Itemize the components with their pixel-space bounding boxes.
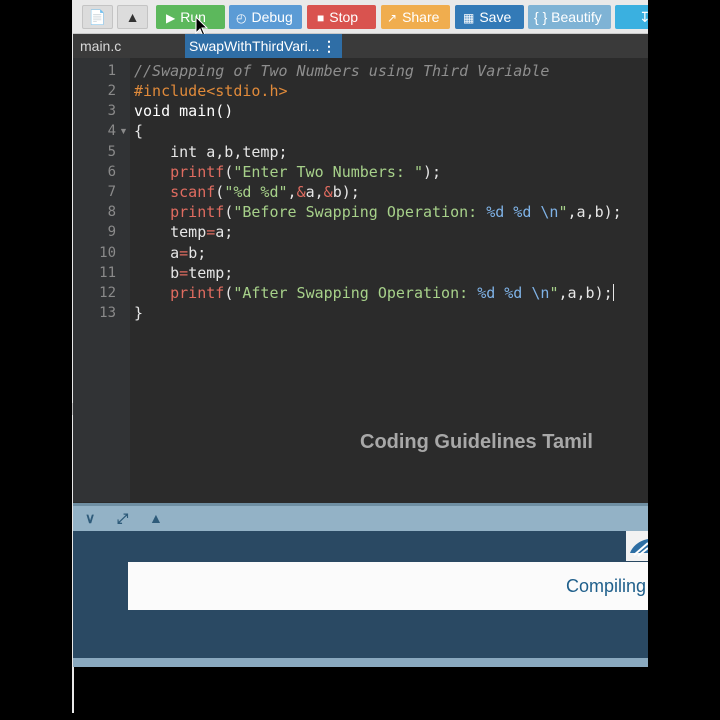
- line-number: 12: [99, 285, 116, 301]
- line-number: 7: [107, 184, 116, 200]
- line-number: 10: [99, 245, 116, 261]
- code-line-6: printf("Enter Two Numbers: ");: [170, 163, 442, 181]
- kebab-menu-icon[interactable]: ⋮: [322, 34, 336, 58]
- new-file-button[interactable]: 📄: [82, 5, 113, 29]
- code-line-13: }: [134, 304, 144, 322]
- share-button[interactable]: ↗ Share: [381, 5, 450, 29]
- line-number: 2: [107, 83, 116, 99]
- download-button[interactable]: ↧: [615, 5, 648, 29]
- file-icon: 📄: [88, 9, 107, 25]
- output-console: Compiling: [73, 531, 648, 658]
- stop-button[interactable]: ■ Stop: [307, 5, 376, 29]
- text-caret: [612, 284, 614, 301]
- line-number: 5: [107, 144, 116, 160]
- debug-icon: ◴: [236, 11, 247, 25]
- line-number-gutter: 1 2 3 4 ▼ 5 6 7 8 9 10 11 12 13: [73, 58, 130, 502]
- expand-icon[interactable]: ⤢: [117, 510, 128, 527]
- run-button[interactable]: ▶ Run: [156, 5, 225, 29]
- line-number: 13: [99, 305, 116, 321]
- code-line-5: int a,b,temp;: [134, 143, 288, 161]
- code-line-4: {: [134, 122, 144, 140]
- code-line-8: printf("Before Swapping Operation: %d %d…: [170, 203, 622, 221]
- code-line-10: a=b;: [170, 244, 207, 262]
- code-line-3: void main(): [134, 102, 234, 120]
- toolbar: 📄 ▲ ▶ Run ◴ Debug ■ Stop ↗ Share ▦ Save { } B…: [73, 0, 648, 37]
- share-icon: ↗: [387, 11, 398, 25]
- compiler-logo: [626, 531, 648, 561]
- output-panel-toolbar: ∨ ⤢ ▲: [73, 503, 648, 531]
- fold-toggle-icon[interactable]: ▼: [119, 121, 128, 141]
- code-line-1: //Swapping of Two Numbers using Third Va…: [134, 62, 550, 80]
- code-line-2: #include<stdio.h>: [134, 82, 288, 100]
- code-line-9: temp=a;: [170, 223, 234, 241]
- line-number: 11: [99, 265, 116, 281]
- line-number: 1: [107, 63, 116, 79]
- tab-swap-with-third-variable[interactable]: SwapWithThirdVari... ⋮: [185, 34, 342, 58]
- play-icon: ▶: [166, 11, 176, 25]
- chevron-down-icon[interactable]: ∨: [85, 510, 95, 527]
- compiling-status: Compiling: [566, 576, 647, 596]
- debug-button[interactable]: ◴ Debug: [229, 5, 302, 29]
- upload-button[interactable]: ▲: [117, 5, 148, 29]
- beautify-button[interactable]: { } Beautify: [528, 5, 611, 29]
- line-number: 4: [107, 123, 116, 139]
- upload-icon: ▲: [125, 9, 140, 25]
- code-editor[interactable]: 1 2 3 4 ▼ 5 6 7 8 9 10 11 12 13 //Swappi…: [73, 58, 648, 502]
- save-button[interactable]: ▦ Save: [455, 5, 524, 29]
- video-watermark: Coding Guidelines Tamil: [360, 431, 593, 453]
- status-strip: [73, 658, 648, 667]
- code-line-7: scanf("%d %d",&a,&b);: [170, 183, 360, 201]
- code-line-12: printf("After Swapping Operation: %d %d …: [170, 284, 614, 302]
- file-tabs: main.c SwapWithThirdVari... ⋮: [73, 34, 648, 58]
- stop-icon: ■: [317, 11, 325, 25]
- tab-main-c[interactable]: main.c: [80, 34, 140, 58]
- online-compiler-window: 📄 ▲ ▶ Run ◴ Debug ■ Stop ↗ Share ▦ Save { } B…: [73, 0, 648, 667]
- output-message-box: Compiling: [128, 562, 648, 610]
- line-number: 9: [107, 224, 116, 240]
- code-line-11: b=temp;: [170, 264, 234, 282]
- download-icon: ↧: [639, 9, 648, 25]
- line-number: 3: [107, 103, 116, 119]
- pin-icon[interactable]: ▲: [149, 510, 163, 526]
- line-number: 8: [107, 204, 116, 220]
- line-number: 6: [107, 164, 116, 180]
- logo-icon: [630, 539, 648, 557]
- save-icon: ▦: [463, 11, 475, 25]
